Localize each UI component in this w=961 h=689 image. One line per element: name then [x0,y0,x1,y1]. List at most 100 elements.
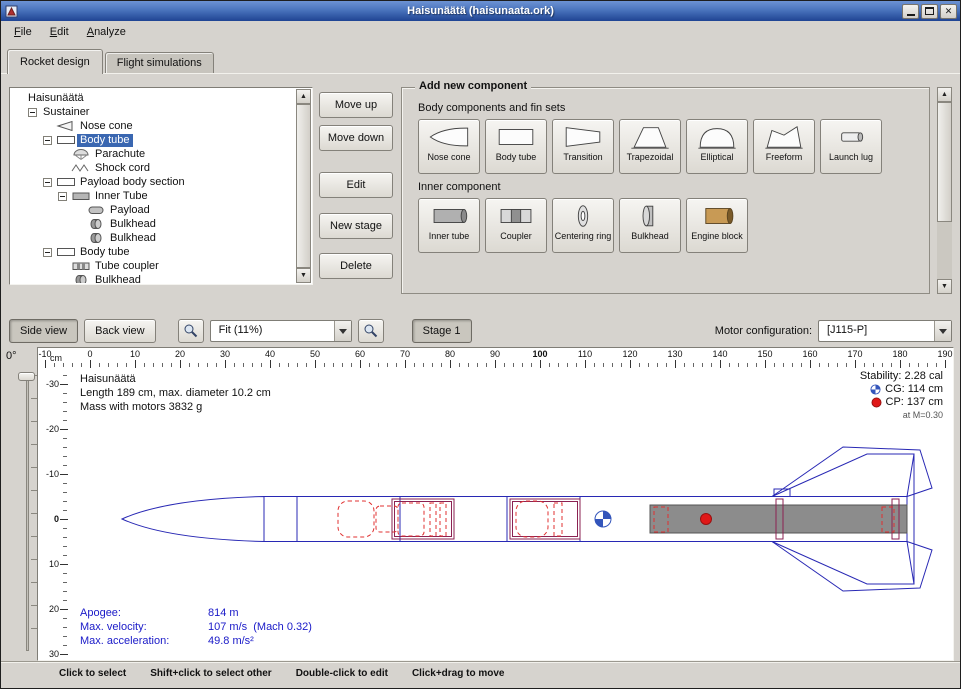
tree-item-bulkhead[interactable]: Bulkhead [12,217,295,231]
menu-item-analyze[interactable]: Analyze [78,23,135,41]
title-bar[interactable]: Haisunäätä (haisunaata.ork) ✕ [1,1,960,21]
combo-arrow-button[interactable] [934,321,951,341]
rotation-slider-handle[interactable] [18,372,35,381]
add-centering-ring-button[interactable]: Centering ring [552,198,614,253]
zoom-fit-button[interactable] [358,319,384,343]
tree-expander-icon[interactable] [43,248,52,257]
minimize-button[interactable] [902,4,919,19]
side-view-button[interactable]: Side view [9,319,78,343]
tree-scrollbar[interactable]: ▲ ▼ [296,89,311,283]
ruler-tick [315,360,316,368]
tree-item-label: Haisunäätä [25,92,87,105]
cp-value: CP: 137 cm [886,396,943,409]
add-nose-cone-button[interactable]: Nose cone [418,119,480,174]
tree-expander-icon[interactable] [43,178,52,187]
status-bar: Click to selectShift+click to select oth… [1,661,960,684]
scroll-up-button[interactable]: ▲ [296,89,311,104]
coupler-icon [494,201,538,231]
tree-item-label: Tube coupler [92,260,162,273]
scroll-down-button[interactable]: ▼ [296,268,311,283]
fin-shape [772,454,914,497]
add-transition-button[interactable]: Transition [552,119,614,174]
ruler-tick [945,360,946,368]
ruler-label: 160 [802,349,817,359]
tree-item-shock-cord[interactable]: Shock cord [12,161,295,175]
stage-1-toggle[interactable]: Stage 1 [412,319,472,343]
rocket-viewport[interactable]: cm -100102030405060708090100110120130140… [37,347,954,661]
max-acceleration-value: 49.8 m/s² [208,634,312,648]
launchlug-icon [829,122,873,152]
tree-item-body-tube[interactable]: Body tube [12,245,295,259]
status-hints: Click to selectShift+click to select oth… [59,668,504,679]
tab-rocket-design[interactable]: Rocket design [7,49,103,74]
ruler-tick [60,474,68,475]
edit-button[interactable]: Edit [319,172,393,198]
combo-arrow-button[interactable] [334,321,351,341]
tree-item-label: Parachute [92,148,148,161]
add-engine-block-button[interactable]: Engine block [686,198,748,253]
zoom-in-button[interactable] [178,319,204,343]
cg-icon [870,384,881,395]
tree-expander-icon[interactable] [28,108,37,117]
ruler-label: -30 [46,379,59,389]
move-down-button[interactable]: Move down [319,125,393,151]
component-button-label: Bulkhead [631,231,669,241]
add-trapezoidal-button[interactable]: Trapezoidal [619,119,681,174]
scroll-up-button[interactable]: ▲ [937,87,952,102]
tree-expander-icon[interactable] [58,192,67,201]
tree-item-parachute[interactable]: Parachute [12,147,295,161]
add-inner-tube-button[interactable]: Inner tube [418,198,480,253]
add-body-tube-button[interactable]: Body tube [485,119,547,174]
tree-item-payload[interactable]: Payload [12,203,295,217]
back-view-button[interactable]: Back view [84,319,156,343]
ruler-label: 0 [54,514,59,524]
nosecone-icon [427,122,471,152]
add-elliptical-button[interactable]: Elliptical [686,119,748,174]
tree-item-payload-body-section[interactable]: Payload body section [12,175,295,189]
rotation-slider-track[interactable] [26,375,29,651]
delete-button[interactable]: Delete [319,253,393,279]
tree-item-tube-coupler[interactable]: Tube coupler [12,259,295,273]
component-button-label: Engine block [691,231,743,241]
ruler-tick [630,360,631,368]
move-up-button[interactable]: Move up [319,92,393,118]
tree-item-sustainer[interactable]: Sustainer [12,105,295,119]
scrollbar-thumb[interactable] [937,102,952,222]
close-icon: ✕ [945,7,953,16]
menu-item-edit[interactable]: Edit [41,23,78,41]
motor-configuration-select[interactable]: [J115-P] [818,320,952,342]
tree-item-inner-tube[interactable]: Inner Tube [12,189,295,203]
add-launch-lug-button[interactable]: Launch lug [820,119,882,174]
ruler-unit-label: cm [50,353,62,363]
tree-item-body-tube[interactable]: Body tube [12,133,295,147]
status-hint: Double-click to edit [296,668,388,679]
ruler-label: 40 [265,349,275,359]
new-stage-button[interactable]: New stage [319,213,393,239]
minimize-icon [907,14,915,16]
add-bulkhead-button[interactable]: Bulkhead [619,198,681,253]
close-button[interactable]: ✕ [940,4,957,19]
nosecone-icon [55,120,77,132]
scroll-down-button[interactable]: ▼ [937,279,952,294]
ruler-tick [60,609,68,610]
magnifier-icon [363,323,378,338]
rocket-mass-line: Mass with motors 3832 g [80,400,271,414]
add-panel-scrollbar[interactable]: ▲ ▼ [937,87,952,294]
tree-item-haisunaata[interactable]: Haisunäätä [12,91,295,105]
scroll-down-icon: ▼ [941,283,948,290]
bulkhead-icon [70,274,92,283]
ruler-tick [405,360,406,368]
add-freeform-button[interactable]: Freeform [753,119,815,174]
add-component-title: Add new component [415,80,531,92]
scrollbar-thumb[interactable] [296,104,311,268]
tree-item-bulkhead[interactable]: Bulkhead [12,273,295,283]
tree-item-bulkhead[interactable]: Bulkhead [12,231,295,245]
maximize-button[interactable] [921,4,938,19]
zoom-value: Fit (11%) [211,321,271,341]
zoom-select[interactable]: Fit (11%) [210,320,352,342]
menu-item-file[interactable]: File [5,23,41,41]
tree-expander-icon[interactable] [43,136,52,145]
add-coupler-button[interactable]: Coupler [485,198,547,253]
tab-flight-simulations[interactable]: Flight simulations [105,52,214,73]
tree-item-nose-cone[interactable]: Nose cone [12,119,295,133]
